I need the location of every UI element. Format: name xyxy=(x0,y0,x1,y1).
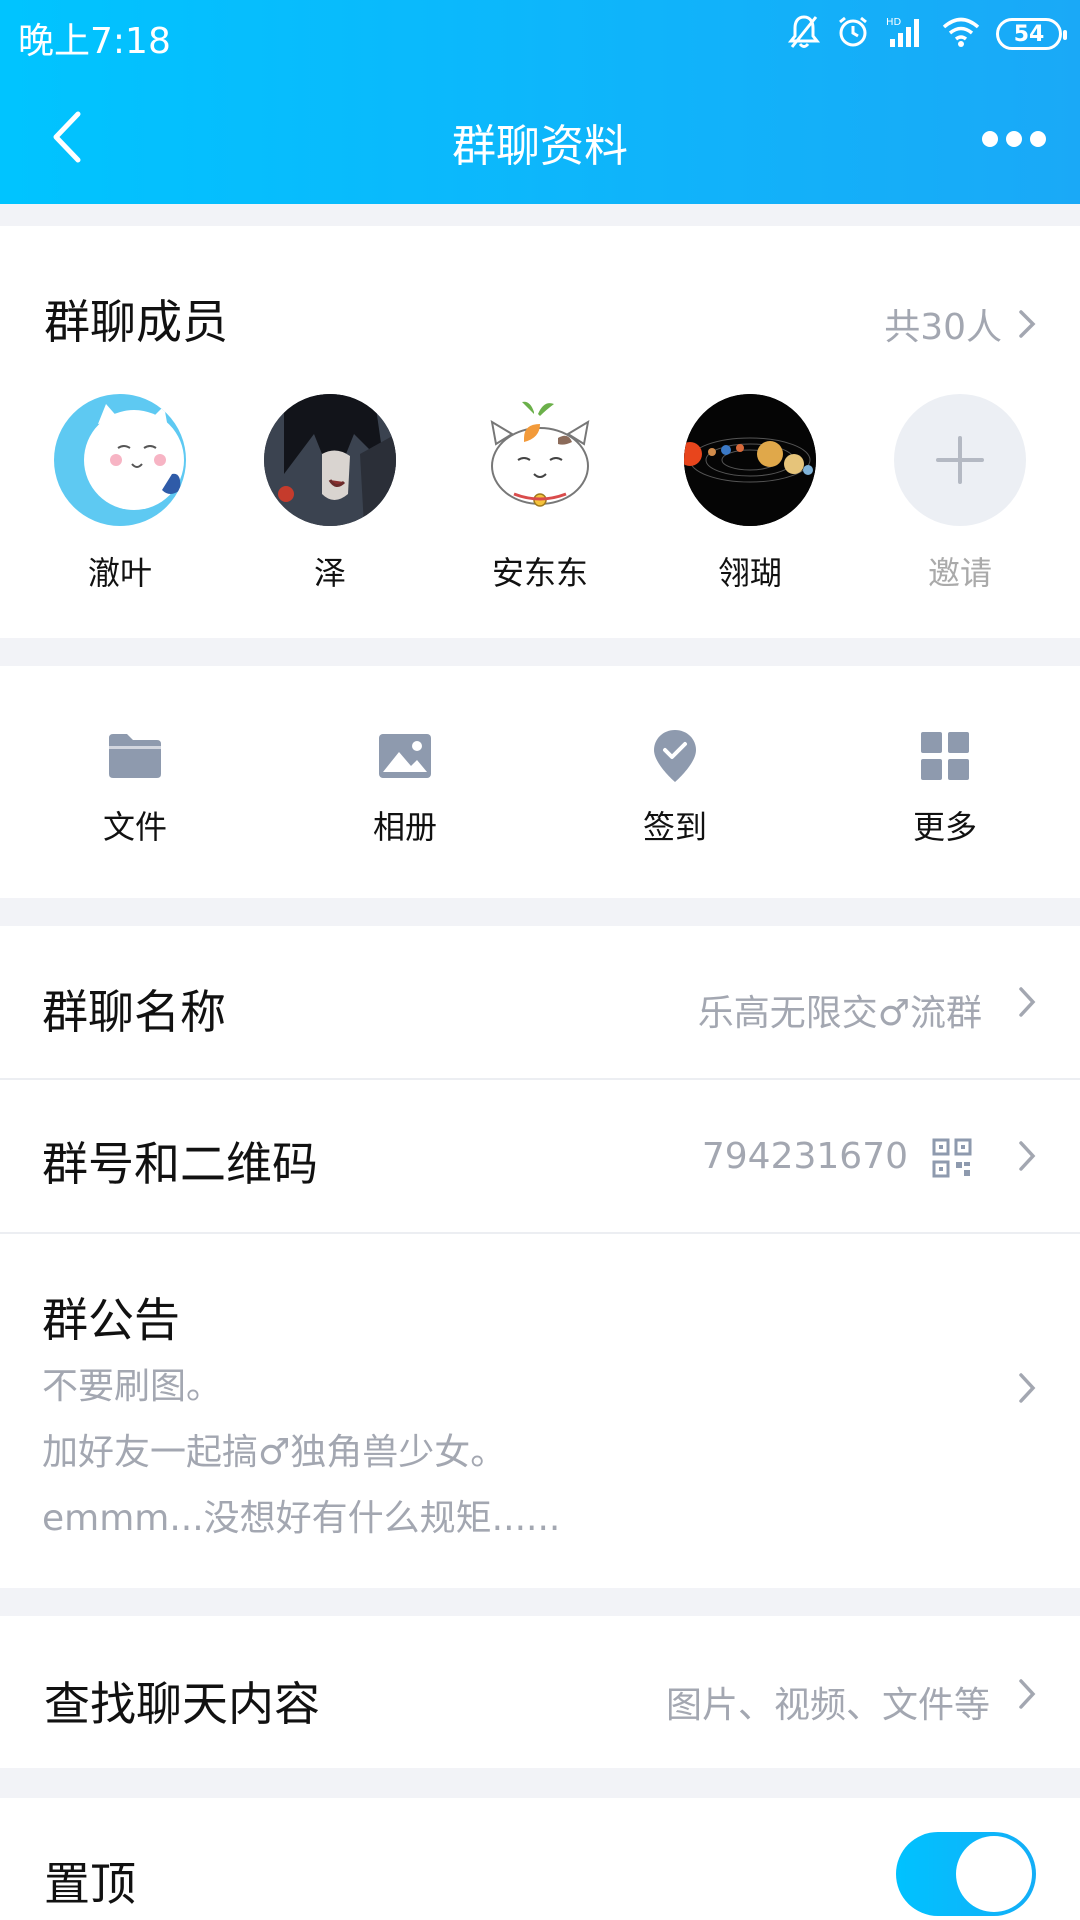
image-icon xyxy=(375,726,435,786)
tool-more[interactable]: 更多 xyxy=(810,666,1080,898)
pin-card: 置顶 xyxy=(0,1798,1080,1920)
more-dot xyxy=(1006,131,1022,147)
signal-hd-icon: HD xyxy=(886,15,926,53)
group-id-row[interactable]: 群号和二维码 794231670 xyxy=(0,1080,1080,1232)
more-dot xyxy=(1030,131,1046,147)
member-avatars: 澈叶 泽 安东东 翎瑚 邀请 xyxy=(0,394,1080,594)
members-count-link[interactable]: 共30人 xyxy=(884,298,1036,350)
chevron-right-icon xyxy=(1019,310,1036,338)
more-options-button[interactable] xyxy=(974,114,1054,164)
member-item[interactable]: 翎瑚 xyxy=(645,394,855,594)
announcement-row[interactable]: 群公告 不要刷图。 加好友一起搞♂独角兽少女。 emmm...没想好有什么规矩.… xyxy=(0,1234,1080,1588)
chevron-right-icon xyxy=(1019,1679,1036,1709)
group-name-value: 乐高无限交♂流群 xyxy=(697,993,982,1034)
search-history-hint: 图片、视频、文件等 xyxy=(665,1685,990,1726)
tool-label: 文件 xyxy=(102,808,167,846)
wifi-icon xyxy=(942,16,980,52)
announcement-line: emmm...没想好有什么规矩...... xyxy=(42,1498,561,1539)
tool-checkin[interactable]: 签到 xyxy=(540,666,810,898)
search-history-row[interactable]: 查找聊天内容 图片、视频、文件等 xyxy=(0,1616,1080,1768)
app-header: 晚上7:18 HD 54 群聊资料 xyxy=(0,0,1080,204)
members-title: 群聊成员 xyxy=(44,295,228,349)
toggle-knob xyxy=(956,1836,1032,1912)
tool-files[interactable]: 文件 xyxy=(0,666,270,898)
tool-album[interactable]: 相册 xyxy=(270,666,540,898)
page-title: 群聊资料 xyxy=(452,121,628,172)
group-id-label: 群号和二维码 xyxy=(42,1137,318,1191)
status-bar: 晚上7:18 HD 54 xyxy=(0,0,1080,70)
qr-code-icon xyxy=(932,1138,972,1178)
search-history-label: 查找聊天内容 xyxy=(44,1677,320,1731)
more-dot xyxy=(982,131,998,147)
members-count: 共30人 xyxy=(884,307,1002,348)
member-item[interactable]: 泽 xyxy=(225,394,435,594)
location-check-icon xyxy=(645,726,705,786)
announcement-text: 不要刷图。 加好友一起搞♂独角兽少女。 emmm...没想好有什么规矩.....… xyxy=(42,1354,560,1552)
member-item[interactable]: 澈叶 xyxy=(15,394,225,594)
tool-label: 相册 xyxy=(372,808,437,846)
pin-row: 置顶 xyxy=(0,1798,1080,1920)
status-time: 晚上7:18 xyxy=(18,21,171,62)
pin-label: 置顶 xyxy=(44,1857,136,1911)
svg-text:HD: HD xyxy=(886,17,902,28)
tool-label: 更多 xyxy=(912,808,977,846)
group-name-label: 群聊名称 xyxy=(42,985,226,1039)
alarm-icon xyxy=(836,15,870,53)
status-icons: HD 54 xyxy=(787,12,1067,56)
anime-character-avatar xyxy=(264,394,396,526)
announcement-line: 加好友一起搞♂独角兽少女。 xyxy=(42,1432,507,1473)
battery-level: 54 xyxy=(1013,21,1045,47)
member-name: 翎瑚 xyxy=(717,554,782,592)
member-name: 安东东 xyxy=(491,554,588,592)
group-name-row[interactable]: 群聊名称 乐高无限交♂流群 xyxy=(0,926,1080,1078)
battery-indicator: 54 xyxy=(996,18,1067,50)
solar-system-avatar xyxy=(684,394,816,526)
lucky-cat-avatar xyxy=(54,394,186,526)
chevron-right-icon xyxy=(1019,1141,1036,1171)
grid-icon xyxy=(915,726,975,786)
nav-bar: 群聊资料 xyxy=(0,92,1080,182)
announcement-line: 不要刷图。 xyxy=(42,1366,223,1407)
announcement-label: 群公告 xyxy=(42,1293,180,1347)
mute-bell-icon xyxy=(787,14,821,54)
chevron-right-icon xyxy=(1019,987,1036,1017)
invite-label: 邀请 xyxy=(927,554,992,592)
chevron-right-icon xyxy=(1019,1373,1036,1403)
member-item[interactable]: 安东东 xyxy=(435,394,645,594)
invite-member-button[interactable]: 邀请 xyxy=(855,394,1065,594)
member-name: 泽 xyxy=(313,554,346,592)
cat-with-sprout-avatar xyxy=(474,394,606,526)
folder-icon xyxy=(105,726,165,786)
members-card: 群聊成员 共30人 澈叶 泽 安东东 翎瑚 邀请 xyxy=(0,226,1080,638)
group-info-card: 群聊名称 乐高无限交♂流群 群号和二维码 794231670 群公告 不要刷图。… xyxy=(0,926,1080,1588)
group-id-value: 794231670 xyxy=(701,1136,908,1177)
member-name: 澈叶 xyxy=(87,554,152,592)
search-history-card[interactable]: 查找聊天内容 图片、视频、文件等 xyxy=(0,1616,1080,1768)
plus-icon xyxy=(894,394,1026,526)
tool-label: 签到 xyxy=(642,808,707,846)
tools-card: 文件 相册 签到 更多 xyxy=(0,666,1080,898)
pin-toggle[interactable] xyxy=(896,1832,1036,1916)
